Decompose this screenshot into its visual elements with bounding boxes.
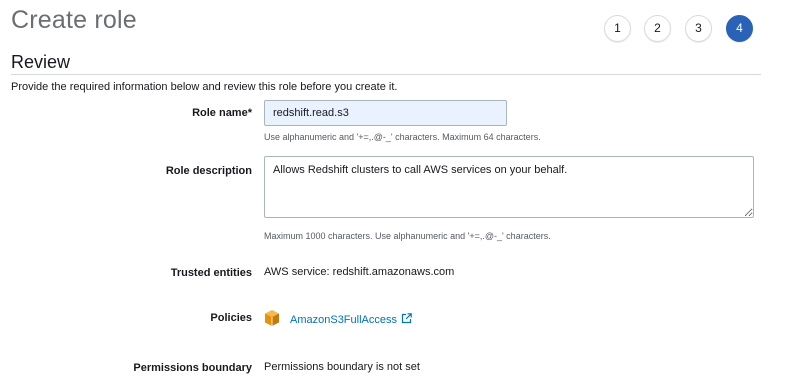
section-divider	[11, 74, 761, 75]
section-title: Review	[11, 52, 71, 72]
role-name-label: Role name*	[192, 107, 252, 119]
policies-label: Policies	[210, 312, 252, 324]
permissions-boundary-label: Permissions boundary	[133, 362, 252, 374]
role-description-hint: Maximum 1000 characters. Use alphanumeri…	[264, 231, 551, 241]
role-name-hint: Use alphanumeric and '+=,.@-_' character…	[264, 132, 541, 142]
role-description-textarea[interactable]: Allows Redshift clusters to call AWS ser…	[264, 156, 754, 218]
permissions-boundary-value: Permissions boundary is not set	[264, 361, 420, 373]
step-4: 4	[726, 15, 753, 42]
external-link-icon	[401, 313, 412, 324]
aws-policy-cube-icon	[265, 310, 279, 326]
policy-link-label: AmazonS3FullAccess	[290, 314, 397, 326]
role-description-label: Role description	[165, 165, 252, 177]
page-title: Create role	[11, 6, 137, 34]
step-2[interactable]: 2	[644, 15, 671, 42]
trusted-entities-label: Trusted entities	[170, 267, 252, 279]
step-3[interactable]: 3	[685, 15, 712, 42]
role-name-input[interactable]	[264, 100, 507, 126]
intro-text: Provide the required information below a…	[11, 81, 398, 93]
trusted-entities-value: AWS service: redshift.amazonaws.com	[264, 266, 455, 278]
step-1[interactable]: 1	[604, 15, 631, 42]
policy-link-amazons3fullaccess[interactable]: AmazonS3FullAccess	[290, 313, 412, 326]
